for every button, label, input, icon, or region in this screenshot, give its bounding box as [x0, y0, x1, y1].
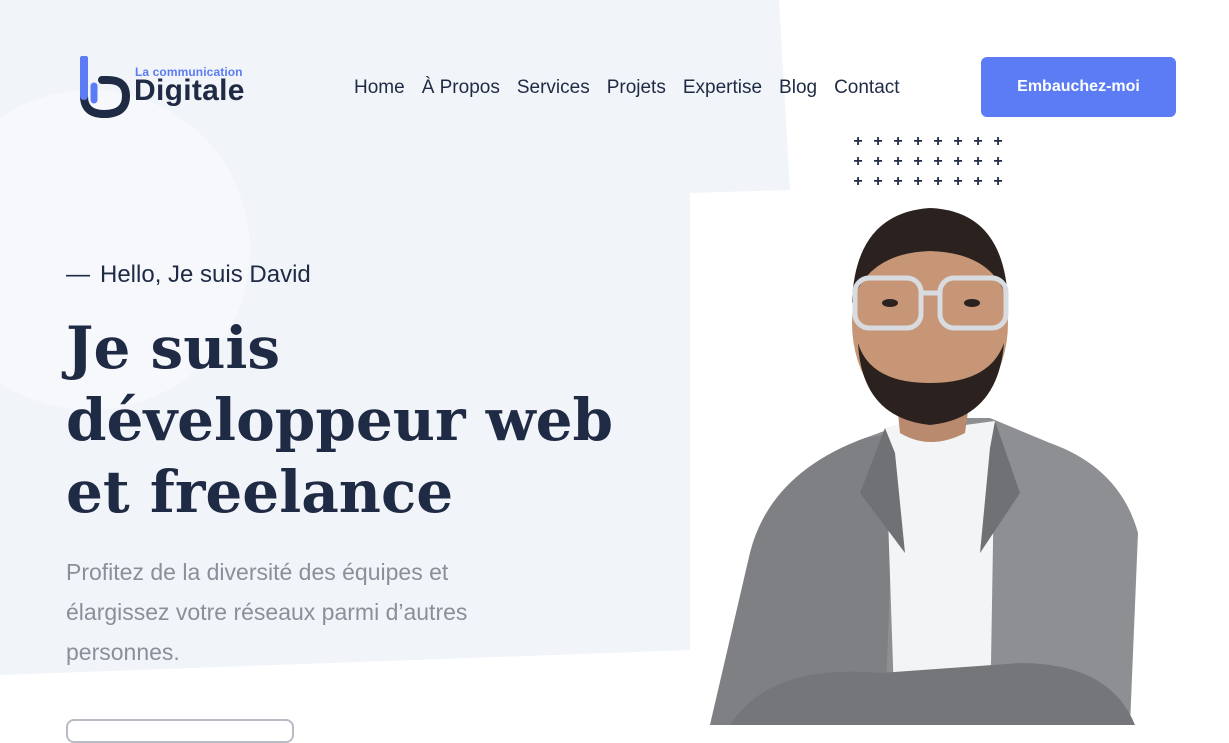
- plus-icon: +: [873, 133, 883, 150]
- hero-description: Profitez de la diversité des équipes et …: [66, 559, 468, 665]
- nav-item-contact[interactable]: Contact: [834, 77, 899, 99]
- site-logo[interactable]: La communication Digitale: [80, 56, 255, 120]
- nav-item-home[interactable]: Home: [354, 77, 405, 99]
- plus-icon: +: [853, 153, 863, 170]
- greeting-text: Hello, Je suis David: [100, 261, 311, 288]
- plus-icon: +: [893, 153, 903, 170]
- plus-icon: +: [953, 173, 963, 190]
- plus-icon: +: [933, 173, 943, 190]
- plus-icon: +: [853, 173, 863, 190]
- hire-me-button[interactable]: Embauchez-moi: [981, 57, 1176, 117]
- logo-name: Digitale: [134, 74, 245, 107]
- plus-icon: +: [993, 173, 1003, 190]
- hero-title-line: Je suis: [66, 314, 281, 382]
- plus-icon: +: [873, 173, 883, 190]
- nav-item-expertise[interactable]: Expertise: [683, 77, 762, 99]
- plus-icon: +: [933, 153, 943, 170]
- plus-icon: +: [913, 153, 923, 170]
- hero-title: Je suis développeur web et freelance: [66, 312, 626, 528]
- hero-title-line: et freelance: [66, 458, 454, 526]
- plus-icon: +: [993, 153, 1003, 170]
- plus-icon: +: [853, 133, 863, 150]
- nav-item-projets[interactable]: Projets: [607, 77, 666, 99]
- plus-icon: +: [973, 133, 983, 150]
- plus-icon: +: [913, 173, 923, 190]
- portrait-photo: [710, 208, 1138, 725]
- logo-mark-icon: [80, 56, 131, 119]
- hero-cta-button[interactable]: [66, 719, 294, 743]
- plus-icon: +: [953, 133, 963, 150]
- decorative-plus-grid: + + + + + + + + + + + + + + + + + + + + + + + +: [848, 132, 1010, 194]
- plus-icon: +: [973, 153, 983, 170]
- main-nav: Home À Propos Services Projets Expertise…: [354, 76, 917, 100]
- plus-icon: +: [873, 153, 883, 170]
- hero-title-line: développeur web: [66, 386, 614, 454]
- nav-item-a-propos[interactable]: À Propos: [422, 77, 500, 99]
- plus-icon: +: [913, 133, 923, 150]
- greeting-dash: —: [66, 261, 90, 288]
- plus-icon: +: [953, 153, 963, 170]
- plus-icon: +: [973, 173, 983, 190]
- nav-item-blog[interactable]: Blog: [779, 77, 817, 99]
- plus-icon: +: [933, 133, 943, 150]
- plus-icon: +: [893, 133, 903, 150]
- nav-item-services[interactable]: Services: [517, 77, 590, 99]
- plus-icon: +: [993, 133, 1003, 150]
- hero-greeting: — Hello, Je suis David: [66, 261, 311, 289]
- plus-icon: +: [893, 173, 903, 190]
